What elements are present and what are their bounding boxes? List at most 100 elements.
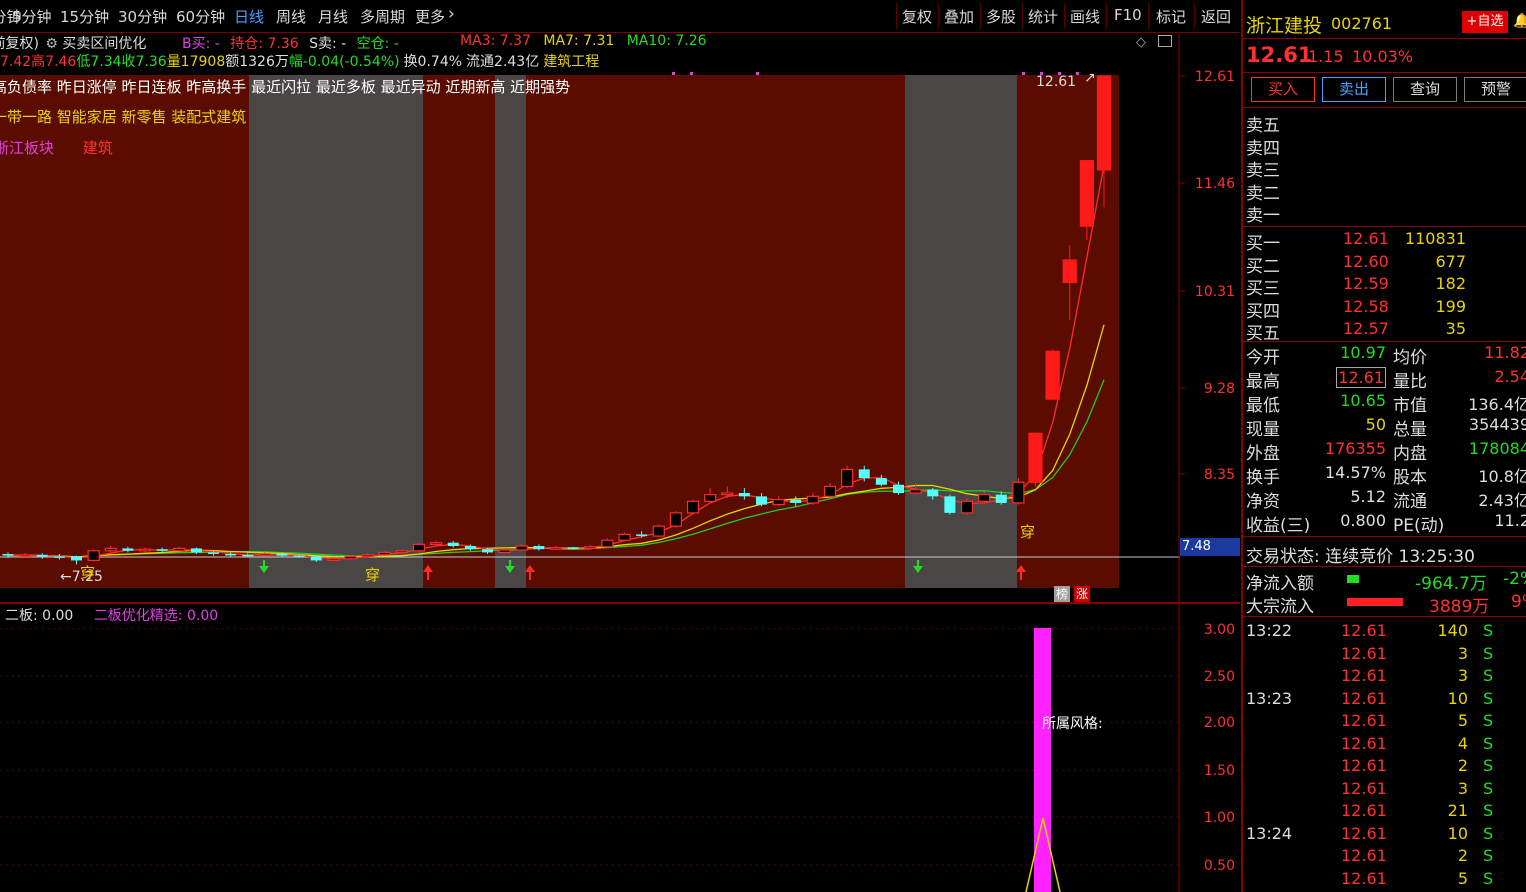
limit-up-badge[interactable]: 涨 [1074, 586, 1090, 602]
sell-level-5: 卖五 [1246, 116, 1280, 136]
sell-button[interactable]: 卖出 [1322, 77, 1386, 102]
stat-value: 10.8亿 [1478, 467, 1526, 486]
sector-tags: 浙江板块 建筑 [0, 137, 113, 158]
candle[interactable] [841, 465, 854, 489]
tick-price: 12.61 [1341, 868, 1387, 888]
buy-level-price[interactable]: 12.59 [1343, 274, 1389, 293]
window-icon[interactable] [1158, 35, 1172, 47]
candle[interactable] [686, 499, 700, 515]
indicator-tick-label: 1.00 [1204, 810, 1235, 826]
candle[interactable] [1012, 478, 1025, 505]
ma7-label: MA7: 7.31 [543, 33, 615, 49]
candle[interactable] [601, 538, 614, 548]
price-tick-label: 8.35 [1204, 467, 1235, 483]
stat-value: 0.800 [1340, 511, 1386, 530]
amount-value: 额1326万 [225, 54, 289, 70]
tick-time: 13:24 [1246, 823, 1293, 843]
chuan-mark: 穿 [80, 564, 96, 582]
buy-level-price[interactable]: 12.61 [1343, 229, 1389, 248]
bell-icon[interactable]: 🔔 [1513, 13, 1526, 29]
buy-level-volume: 182 [1435, 274, 1466, 293]
trade-status: 交易状态: 连续竞价 13:25:30 [1246, 547, 1475, 567]
stock-name: 浙江建投 [1246, 15, 1323, 37]
indicator-bars [1025, 628, 1061, 892]
info-row-2: 开7.42高7.46低7.34收7.36量17908额1326万幅-0.04(-… [0, 51, 599, 71]
stat-label: 股本 [1393, 468, 1427, 488]
hold-value: 7.36 [267, 36, 299, 52]
buy-level-volume: 35 [1445, 319, 1466, 338]
block-inflow-value: 3889万 [1429, 597, 1490, 617]
tick-price: 12.61 [1341, 846, 1387, 865]
gear-icon[interactable]: ⚙ [45, 36, 58, 52]
high-value: 高7.46 [31, 54, 77, 70]
candle[interactable] [412, 542, 426, 553]
tick-side: S [1483, 711, 1494, 730]
sell-level-1: 卖一 [1246, 206, 1280, 226]
candle[interactable] [1045, 349, 1060, 400]
indicator-tick-label: 2.00 [1204, 715, 1235, 731]
bbuy-label: B买: [182, 36, 211, 52]
tick-volume: 5 [1457, 711, 1468, 730]
indicator-bar[interactable] [1034, 628, 1051, 892]
stat-label: 今开 [1246, 348, 1280, 368]
candle[interactable] [669, 511, 682, 528]
buy-level-price[interactable]: 12.57 [1343, 319, 1389, 338]
stat-value: 50 [1365, 415, 1386, 434]
tick-volume: 21 [1447, 801, 1468, 820]
signal-dot [756, 72, 759, 75]
signal-dot [690, 72, 693, 75]
buy-level-price[interactable]: 12.58 [1343, 297, 1389, 316]
ma-legend: MA3: 7.37 MA7: 7.31 MA10: 7.26 [460, 33, 707, 49]
stat-label: 外盘 [1246, 444, 1280, 464]
trade-zone [526, 75, 905, 588]
stat-value: 10.97 [1340, 343, 1386, 362]
indicator-tick-label: 2.50 [1204, 669, 1235, 685]
buy-level-label: 买四 [1246, 301, 1280, 322]
candle[interactable] [944, 494, 956, 515]
industry-sector: 建筑 [82, 139, 113, 157]
signal-dot [1076, 72, 1079, 75]
stat-value: 178084 [1468, 439, 1526, 458]
empty-label: 空仓: [356, 36, 390, 52]
ssell-label: S卖: [309, 36, 337, 52]
tick-side: S [1483, 801, 1494, 820]
stat-label: PE(动) [1393, 516, 1445, 536]
fuquan-label: (前复权) [0, 36, 39, 52]
tick-side: S [1483, 756, 1494, 775]
candle[interactable] [87, 549, 100, 562]
tick-volume: 2 [1457, 846, 1468, 865]
erban-value: 二板: 0.00 [5, 608, 74, 624]
stat-label: 最低 [1246, 396, 1280, 416]
tick-side: S [1483, 846, 1494, 865]
stat-label: 收益(三) [1246, 516, 1311, 536]
info-row-1: (前复权) ⚙ 买卖区间优化 [0, 33, 146, 53]
buy-button[interactable]: 买入 [1251, 77, 1315, 102]
trade-zone [423, 75, 495, 588]
candle[interactable] [652, 524, 665, 537]
query-button[interactable]: 查询 [1393, 77, 1457, 102]
rank-badge[interactable]: 榜 [1054, 586, 1070, 602]
tick-price: 12.61 [1341, 756, 1387, 775]
candle[interactable] [618, 532, 631, 542]
open-value: 开7.42 [0, 54, 32, 70]
bbuy-value: - [214, 36, 220, 52]
price-tick-label: 12.61 [1195, 69, 1235, 85]
tick-side: S [1483, 778, 1494, 798]
diamond-icon[interactable]: ◇ [1136, 35, 1146, 50]
buy-level-price[interactable]: 12.60 [1343, 252, 1389, 271]
tick-time: 13:23 [1246, 688, 1293, 708]
trade-zone [495, 75, 526, 588]
sell-level-4: 卖四 [1246, 138, 1280, 159]
erban-optimized-value: 二板优化精选: 0.00 [93, 608, 219, 624]
add-watchlist-button[interactable]: +自选 [1462, 11, 1508, 33]
net-inflow-bar [1347, 575, 1359, 583]
strategy-name: 买卖区间优化 [62, 36, 147, 52]
kline-chart[interactable]: 12.61 11.46 10.31 9.28 8.35 3.00 2.50 2.00 1.50… [0, 0, 1240, 892]
change-value: 幅-0.04(-0.54%) [288, 54, 400, 70]
tick-volume: 3 [1457, 778, 1468, 798]
alert-button[interactable]: 预警 [1464, 77, 1526, 102]
chuan-mark: 穿 [365, 566, 381, 584]
tick-volume: 2 [1457, 756, 1468, 775]
candle[interactable] [1028, 432, 1043, 487]
block-inflow-pct: 9% [1511, 592, 1526, 612]
